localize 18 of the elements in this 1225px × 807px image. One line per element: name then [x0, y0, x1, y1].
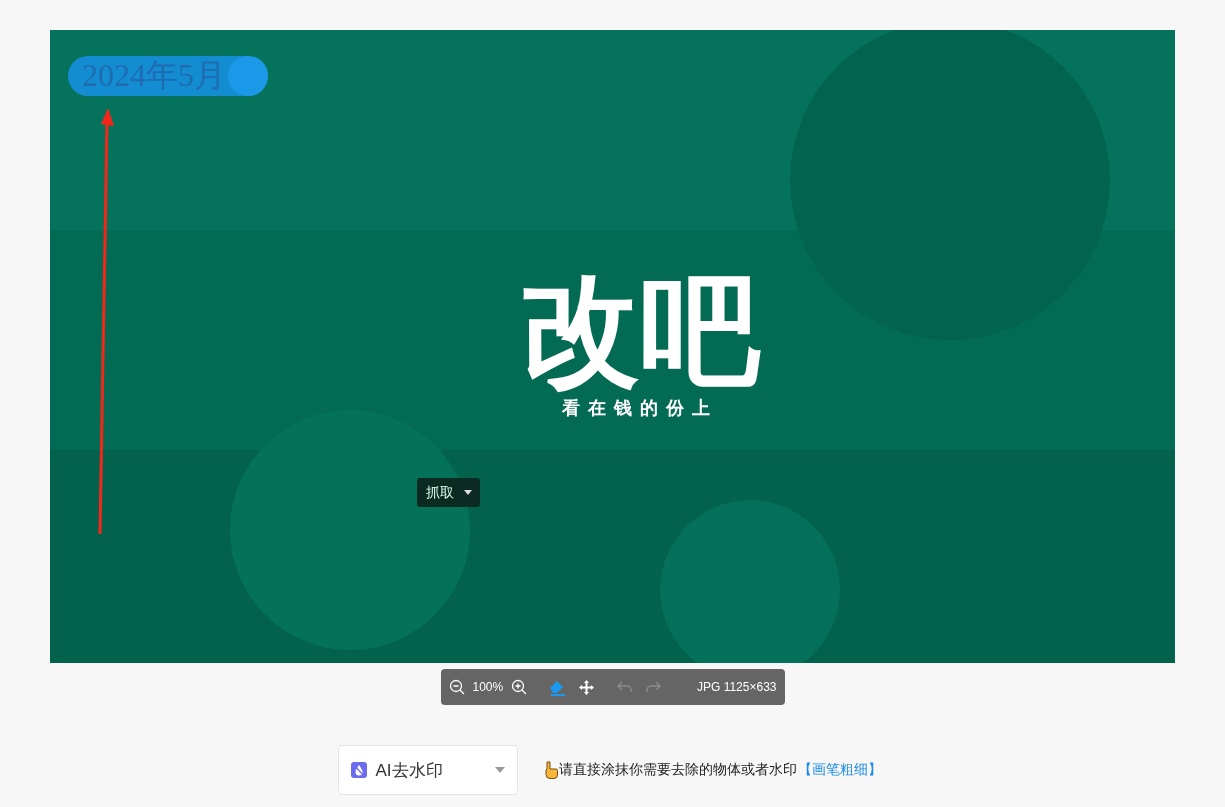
redo-icon: [644, 680, 661, 694]
grab-button[interactable]: 抓取: [417, 478, 480, 507]
zoom-level: 100%: [472, 680, 504, 694]
zoom-in-button[interactable]: [511, 679, 528, 695]
image-info: JPG 1125×633: [697, 680, 777, 694]
poster-subtitle: 看在钱的份上: [562, 397, 718, 420]
pointing-hand-icon: [543, 761, 558, 779]
move-button[interactable]: [577, 678, 595, 696]
eraser-icon: [547, 678, 566, 696]
hint-text: 请直接涂抹你需要去除的物体或者水印: [558, 761, 797, 779]
drop-icon: [350, 762, 367, 778]
move-icon: [577, 678, 595, 696]
caret-icon: [494, 767, 505, 773]
caret-icon: [464, 490, 472, 495]
undo-icon: [616, 680, 633, 694]
zoom-out-button[interactable]: [448, 679, 465, 695]
poster-title: 改吧: [520, 270, 760, 390]
mode-dropdown[interactable]: AI去水印: [337, 745, 518, 795]
